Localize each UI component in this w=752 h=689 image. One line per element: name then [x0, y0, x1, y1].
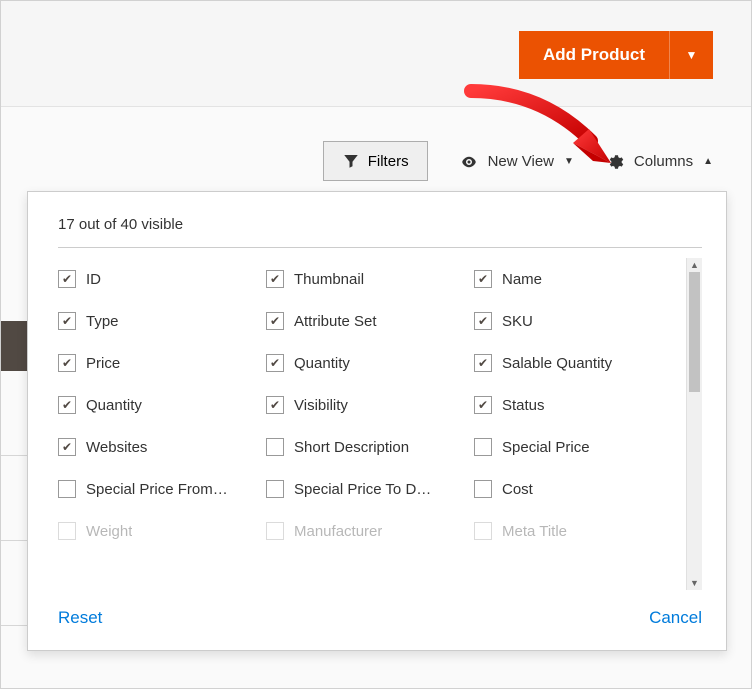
divider: [58, 247, 702, 248]
filters-label: Filters: [368, 153, 409, 170]
column-toggle[interactable]: ✔ Type: [58, 300, 262, 342]
scroll-up-icon[interactable]: ▲: [687, 258, 702, 272]
column-label: Price: [86, 355, 120, 372]
column-toggle[interactable]: Meta Title: [474, 510, 678, 552]
column-toggle[interactable]: ✔ Salable Quantity: [474, 342, 678, 384]
column-label: Visibility: [294, 397, 348, 414]
column-label: SKU: [502, 313, 533, 330]
filters-button[interactable]: Filters: [323, 141, 428, 181]
checkbox-icon[interactable]: [266, 480, 284, 498]
column-toggle[interactable]: Cost: [474, 468, 678, 510]
checkbox-icon[interactable]: ✔: [58, 312, 76, 330]
reset-button[interactable]: Reset: [58, 608, 102, 628]
view-label: New View: [488, 153, 554, 170]
columns-panel-footer: Reset Cancel: [58, 590, 702, 632]
add-product-dropdown-toggle[interactable]: ▼: [669, 31, 713, 79]
checkbox-icon[interactable]: ✔: [266, 354, 284, 372]
checkbox-icon[interactable]: ✔: [266, 312, 284, 330]
column-label: Attribute Set: [294, 313, 377, 330]
eye-icon: [460, 152, 478, 170]
checkbox-icon[interactable]: ✔: [266, 396, 284, 414]
column-label: Weight: [86, 523, 132, 540]
gear-icon: [606, 152, 624, 170]
column-toggle[interactable]: ✔ Quantity: [266, 342, 470, 384]
column-toggle[interactable]: Weight: [58, 510, 262, 552]
column-toggle[interactable]: ✔ Quantity: [58, 384, 262, 426]
checkbox-icon[interactable]: ✔: [474, 312, 492, 330]
column-toggle[interactable]: ✔ Status: [474, 384, 678, 426]
checkbox-icon[interactable]: [474, 480, 492, 498]
checkbox-icon[interactable]: ✔: [58, 270, 76, 288]
scrollbar[interactable]: ▲ ▼: [686, 258, 702, 590]
column-label: Quantity: [86, 397, 142, 414]
column-label: Websites: [86, 439, 147, 456]
column-label: ID: [86, 271, 101, 288]
column-label: Name: [502, 271, 542, 288]
column-toggle[interactable]: ✔ Websites: [58, 426, 262, 468]
columns-dropdown-panel: 17 out of 40 visible ✔ID✔Thumbnail✔Name✔…: [27, 191, 727, 651]
columns-label: Columns: [634, 153, 693, 170]
columns-visible-summary: 17 out of 40 visible: [58, 216, 702, 233]
checkbox-icon[interactable]: ✔: [58, 354, 76, 372]
column-label: Manufacturer: [294, 523, 382, 540]
column-label: Type: [86, 313, 119, 330]
add-product-button[interactable]: Add Product: [519, 31, 669, 79]
scroll-thumb[interactable]: [689, 272, 700, 392]
scroll-down-icon[interactable]: ▼: [687, 576, 702, 590]
column-toggle[interactable]: ✔ Visibility: [266, 384, 470, 426]
column-label: Meta Title: [502, 523, 567, 540]
caret-up-icon: ▲: [703, 156, 713, 167]
column-toggle[interactable]: Special Price From…: [58, 468, 262, 510]
checkbox-icon[interactable]: [266, 522, 284, 540]
column-toggle[interactable]: ✔ Name: [474, 258, 678, 300]
column-label: Short Description: [294, 439, 409, 456]
view-switcher[interactable]: New View ▼: [460, 152, 574, 170]
column-toggle[interactable]: ✔ ID: [58, 258, 262, 300]
columns-button[interactable]: Columns ▲: [606, 152, 713, 170]
funnel-icon: [342, 152, 360, 170]
column-toggle[interactable]: ✔ Attribute Set: [266, 300, 470, 342]
checkbox-icon[interactable]: ✔: [474, 354, 492, 372]
column-toggle[interactable]: Manufacturer: [266, 510, 470, 552]
columns-scroll-area: ✔ ID ✔ Thumbnail ✔ Name ✔ Type ✔ Attribute Set ✔ SK…: [58, 258, 702, 590]
column-toggle[interactable]: ✔ Price: [58, 342, 262, 384]
column-label: Quantity: [294, 355, 350, 372]
checkbox-icon[interactable]: [474, 438, 492, 456]
columns-grid: ✔ ID ✔ Thumbnail ✔ Name ✔ Type ✔ Attribute Set ✔ SK…: [58, 258, 678, 590]
column-label: Special Price: [502, 439, 590, 456]
grid-toolbar: Filters New View ▼ Columns ▲: [323, 141, 713, 181]
checkbox-icon[interactable]: ✔: [58, 396, 76, 414]
checkbox-icon[interactable]: [58, 480, 76, 498]
column-label: Special Price To D…: [294, 481, 431, 498]
checkbox-icon[interactable]: ✔: [474, 396, 492, 414]
cancel-button[interactable]: Cancel: [649, 608, 702, 628]
checkbox-icon[interactable]: [474, 522, 492, 540]
checkbox-icon[interactable]: [266, 438, 284, 456]
checkbox-icon[interactable]: ✔: [474, 270, 492, 288]
column-label: Salable Quantity: [502, 355, 612, 372]
column-label: Status: [502, 397, 545, 414]
column-toggle[interactable]: ✔ Thumbnail: [266, 258, 470, 300]
caret-down-icon: ▼: [686, 48, 698, 62]
column-toggle[interactable]: Special Price To D…: [266, 468, 470, 510]
column-label: Cost: [502, 481, 533, 498]
page-header: Add Product ▼: [1, 1, 751, 107]
add-product-group: Add Product ▼: [519, 31, 713, 79]
checkbox-icon[interactable]: [58, 522, 76, 540]
column-toggle[interactable]: ✔ SKU: [474, 300, 678, 342]
column-label: Special Price From…: [86, 481, 228, 498]
caret-down-icon: ▼: [564, 156, 574, 167]
checkbox-icon[interactable]: ✔: [266, 270, 284, 288]
checkbox-icon[interactable]: ✔: [58, 438, 76, 456]
column-toggle[interactable]: Short Description: [266, 426, 470, 468]
column-toggle[interactable]: Special Price: [474, 426, 678, 468]
column-label: Thumbnail: [294, 271, 364, 288]
